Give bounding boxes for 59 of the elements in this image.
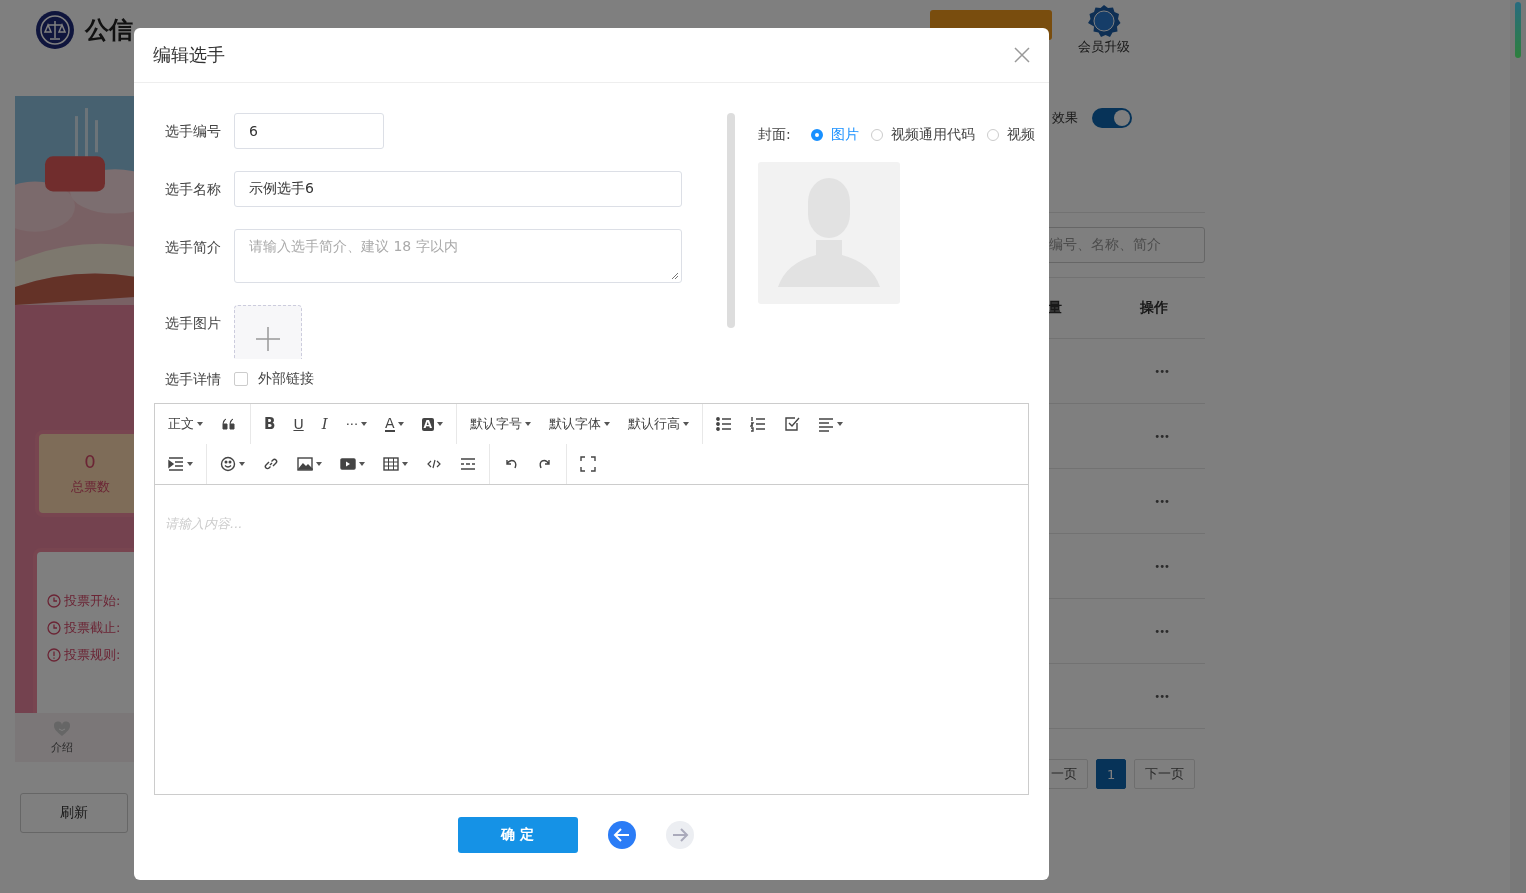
vip-badge-icon: [1087, 4, 1121, 38]
info-label: 投票截止:: [64, 619, 121, 637]
column-header: 操作: [1140, 299, 1168, 317]
refresh-button[interactable]: 刷新: [20, 793, 128, 833]
italic-button[interactable]: I: [312, 408, 337, 440]
more-actions-button[interactable]: •••: [1154, 625, 1169, 637]
radio-button[interactable]: [810, 129, 823, 141]
resize-grip-icon: [671, 272, 679, 280]
column-header: 量: [1048, 299, 1062, 317]
more-actions-button[interactable]: •••: [1154, 430, 1169, 442]
textarea-field[interactable]: 请输入选手简介、建议 18 字以内: [234, 229, 682, 283]
confirm-button[interactable]: 确 定: [457, 817, 578, 853]
plus-icon: [256, 326, 280, 351]
scrollbar[interactable]: [1510, 0, 1526, 893]
logo-text: 公信: [85, 15, 133, 46]
background-color-button[interactable]: A: [412, 408, 453, 440]
toolbar-dropdown[interactable]: 默认字号: [461, 408, 541, 440]
close-icon[interactable]: [1014, 47, 1030, 63]
cover-label: 封面:: [758, 126, 791, 144]
intro-tab[interactable]: 介绍: [15, 713, 109, 762]
dialog-title: 编辑选手: [153, 43, 225, 67]
toolbar-dropdown[interactable]: 正文: [159, 408, 212, 440]
vote-count-label: 总票数: [70, 478, 110, 496]
current-page-button[interactable]: 1: [1096, 759, 1127, 789]
field-label: 选手简介: [165, 238, 222, 257]
underline-button[interactable]: U: [284, 408, 313, 440]
checkbox[interactable]: [234, 372, 248, 386]
text-input[interactable]: 6: [234, 113, 384, 149]
field-label: 选手详情: [165, 370, 222, 389]
text-input[interactable]: 示例选手6: [234, 171, 682, 207]
radio-label[interactable]: 图片: [830, 126, 859, 144]
clock-icon: [47, 594, 61, 608]
field-label: 选手名称: [165, 180, 222, 199]
more-actions-button[interactable]: •••: [1154, 560, 1169, 572]
bold-button[interactable]: B: [255, 408, 285, 440]
scrollbar[interactable]: [727, 113, 735, 328]
toolbar-dropdown[interactable]: 默认字体: [540, 408, 620, 440]
alert-icon: [47, 648, 61, 662]
vote-count: 0: [84, 451, 96, 472]
toolbar-dropdown[interactable]: 默认行高: [619, 408, 699, 440]
vip-upgrade-label[interactable]: 会员升级: [1078, 38, 1130, 56]
radio-label[interactable]: 视频: [1006, 126, 1035, 144]
radio-label[interactable]: 视频通用代码: [890, 126, 975, 144]
more-button[interactable]: ···: [336, 408, 377, 440]
back-arrow-button[interactable]: [607, 821, 636, 849]
more-actions-button[interactable]: •••: [1154, 365, 1169, 377]
clock-icon: [47, 621, 61, 635]
more-actions-button[interactable]: •••: [1154, 690, 1169, 702]
effect-label: 效果: [1052, 109, 1078, 127]
effect-toggle[interactable]: [1092, 108, 1132, 128]
field-label: 选手图片: [165, 314, 222, 333]
scales-logo-icon: [35, 10, 75, 50]
field-label: 选手编号: [165, 122, 222, 141]
font-color-button[interactable]: A: [376, 408, 413, 440]
person-placeholder-icon: [758, 162, 900, 304]
info-label: 投票开始:: [64, 592, 121, 610]
checkbox-label[interactable]: 外部链接: [258, 370, 314, 388]
info-label: 投票规则:: [64, 646, 121, 664]
more-actions-button[interactable]: •••: [1154, 495, 1169, 507]
